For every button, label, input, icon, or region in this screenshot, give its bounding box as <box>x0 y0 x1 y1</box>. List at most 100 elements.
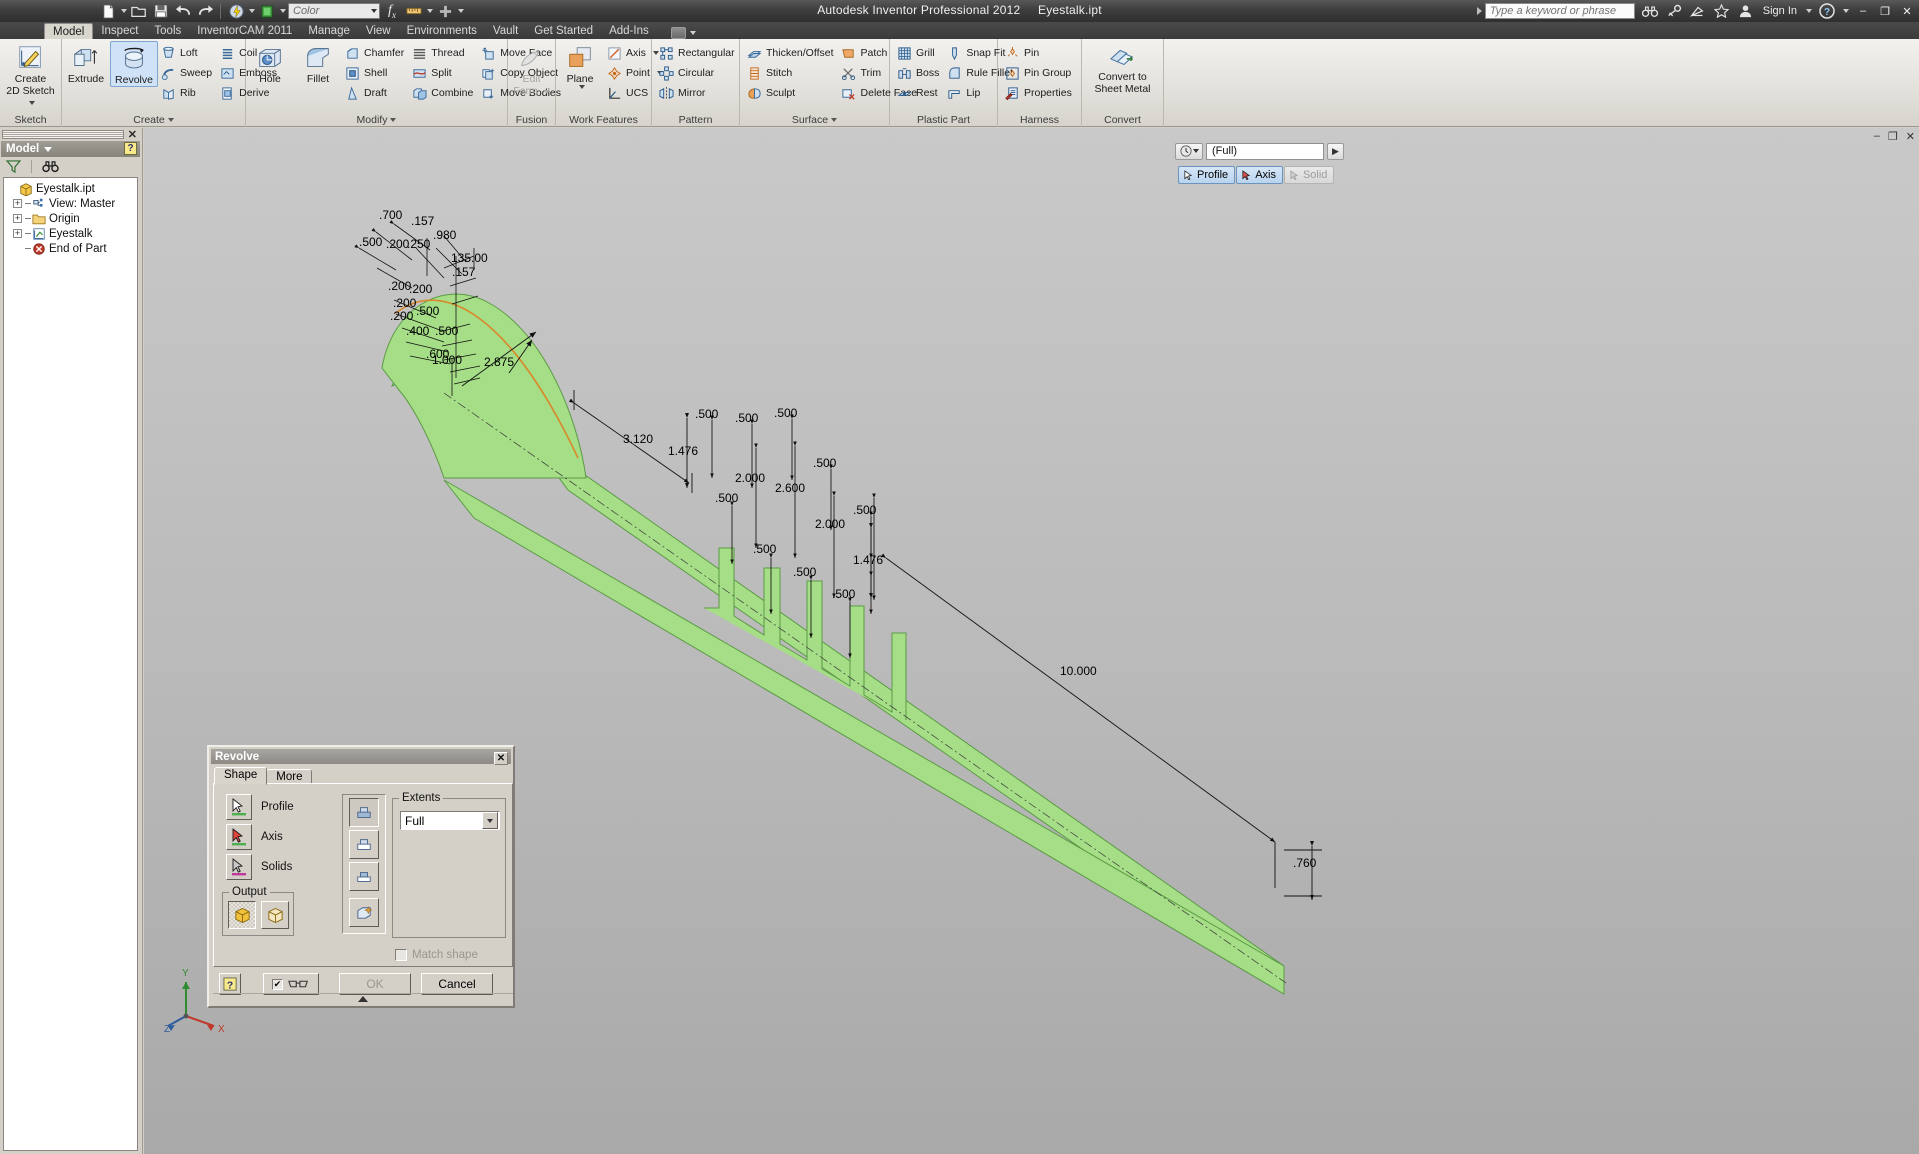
grill-button[interactable]: Grill <box>894 43 944 63</box>
loft-button[interactable]: Loft <box>158 43 217 63</box>
revolve-mini-toolbar[interactable]: (Full) ▶ Profile Axis Solid <box>1175 141 1359 185</box>
rectangular-pattern-button[interactable]: Rectangular <box>656 43 740 63</box>
satellite-icon[interactable] <box>1689 2 1707 20</box>
tab-model[interactable]: Model <box>44 23 94 39</box>
tree-expander-view-master[interactable]: + <box>13 199 22 208</box>
measure-icon[interactable] <box>404 2 424 21</box>
properties-button[interactable]: Properties <box>1002 83 1077 103</box>
boss-button[interactable]: Boss <box>894 63 944 83</box>
help-icon[interactable]: ? <box>1818 2 1836 20</box>
shell-button[interactable]: Shell <box>342 63 409 83</box>
modify-panel-dropdown-icon[interactable] <box>390 118 397 123</box>
split-button[interactable]: Split <box>409 63 478 83</box>
panel-label-modify[interactable]: Modify <box>246 114 507 126</box>
thicken-offset-button[interactable]: Thicken/Offset <box>744 43 839 63</box>
model-tree[interactable]: Eyestalk.ipt + View: Master + Origin + E… <box>3 177 138 1151</box>
help-button[interactable]: ? <box>219 973 241 995</box>
revolve-dialog-expand-grip[interactable] <box>213 993 513 1004</box>
history-icon[interactable] <box>1175 142 1203 160</box>
tree-item-part[interactable]: Eyestalk.ipt <box>7 181 137 196</box>
surface-panel-dropdown-icon[interactable] <box>831 118 838 123</box>
stitch-button[interactable]: Stitch <box>744 63 839 83</box>
cancel-button[interactable]: Cancel <box>421 973 493 995</box>
mini-solid-toggle[interactable]: Solid <box>1283 166 1335 184</box>
ribbon-display-options[interactable] <box>670 27 696 39</box>
new-file-icon[interactable] <box>98 2 118 21</box>
history-dropdown-icon[interactable] <box>1192 149 1199 153</box>
mini-axis-toggle[interactable]: Axis <box>1236 166 1283 184</box>
apply-button[interactable]: ▶ <box>1327 142 1344 160</box>
browser-help-icon[interactable]: ? <box>124 142 137 155</box>
chamfer-button[interactable]: Chamfer <box>342 43 409 63</box>
rib-button[interactable]: Rib <box>158 83 217 103</box>
axis-select-button[interactable] <box>226 824 252 850</box>
appearance-dropdown-icon[interactable] <box>280 9 286 13</box>
tab-manage[interactable]: Manage <box>300 23 358 39</box>
ribbon-options-dropdown-icon[interactable] <box>689 31 696 35</box>
mini-profile-toggle[interactable]: Profile <box>1178 166 1236 184</box>
binoculars-icon[interactable] <box>42 160 59 173</box>
sweep-button[interactable]: Sweep <box>158 63 217 83</box>
preview-checkbox[interactable]: ✔ <box>272 978 283 990</box>
extents-combo[interactable]: Full <box>400 811 500 830</box>
join-button[interactable] <box>349 798 379 827</box>
key-icon[interactable] <box>1665 2 1683 20</box>
browser-dropdown-icon[interactable] <box>44 146 53 152</box>
output-surface-button[interactable] <box>261 901 289 929</box>
chevron-down-icon[interactable] <box>482 812 498 829</box>
qat-customize-icon[interactable] <box>458 9 464 13</box>
circular-pattern-button[interactable]: Circular <box>656 63 740 83</box>
combine-button[interactable]: Combine <box>409 83 478 103</box>
close-button[interactable]: ✕ <box>1899 4 1915 18</box>
extents-readout[interactable]: (Full) <box>1206 142 1324 160</box>
add-icon[interactable] <box>435 2 455 21</box>
mirror-button[interactable]: Mirror <box>656 83 740 103</box>
revolve-dialog-close-button[interactable]: ✕ <box>494 752 508 765</box>
minimize-button[interactable]: – <box>1855 4 1871 18</box>
tree-item-view-master[interactable]: + View: Master <box>7 196 137 211</box>
undo-icon[interactable] <box>173 2 193 21</box>
sign-in-dropdown-icon[interactable] <box>1806 9 1812 13</box>
search-expand-icon[interactable] <box>1476 7 1482 15</box>
cut-button[interactable] <box>349 830 379 859</box>
parameters-icon[interactable]: fx <box>382 2 402 21</box>
redo-icon[interactable] <box>195 2 215 21</box>
chevron-down-icon[interactable] <box>371 9 377 13</box>
draft-button[interactable]: Draft <box>342 83 409 103</box>
appearance-icon[interactable] <box>257 2 277 21</box>
search-area[interactable] <box>1476 0 1635 22</box>
browser-drag-grip[interactable] <box>2 130 124 139</box>
tab-get-started[interactable]: Get Started <box>526 23 601 39</box>
thread-button[interactable]: Thread <box>409 43 478 63</box>
hole-button[interactable]: Hole <box>246 41 294 85</box>
solids-selector-row[interactable]: Solids <box>226 854 294 880</box>
tab-environments[interactable]: Environments <box>399 23 485 39</box>
plane-button[interactable]: Plane <box>556 41 604 89</box>
plane-dropdown-icon[interactable] <box>578 85 585 89</box>
create-panel-dropdown-icon[interactable] <box>167 118 174 123</box>
revolve-button[interactable]: Revolve <box>110 41 158 87</box>
measure-dropdown-icon[interactable] <box>427 9 433 13</box>
preview-toggle-button[interactable]: ✔ <box>263 973 319 995</box>
profile-select-button[interactable] <box>226 794 252 820</box>
user-icon[interactable] <box>1737 2 1755 20</box>
tab-inspect[interactable]: Inspect <box>93 23 146 39</box>
ribbon-minimize-icon[interactable] <box>670 27 686 39</box>
star-icon[interactable] <box>1713 2 1731 20</box>
pin-button[interactable]: Pin <box>1002 43 1077 63</box>
axis-selector-row[interactable]: Axis <box>226 824 294 850</box>
revolve-dialog-titlebar[interactable]: Revolve ✕ <box>211 749 511 765</box>
tree-item-origin[interactable]: + Origin <box>7 211 137 226</box>
new-solid-button[interactable] <box>349 898 379 927</box>
pin-group-button[interactable]: Pin Group <box>1002 63 1077 83</box>
quick-access-toolbar[interactable]: Color fx <box>0 0 464 22</box>
tree-expander-origin[interactable]: + <box>13 214 22 223</box>
help-dropdown-icon[interactable] <box>1843 9 1849 13</box>
profile-selector-row[interactable]: Profile <box>226 794 294 820</box>
rest-button[interactable]: Rest <box>894 83 944 103</box>
intersect-button[interactable] <box>349 862 379 891</box>
color-combo[interactable]: Color <box>288 3 380 19</box>
filter-icon[interactable] <box>6 160 21 173</box>
sign-in-button[interactable]: Sign In <box>1761 5 1799 17</box>
restore-button[interactable]: ❐ <box>1877 4 1893 18</box>
